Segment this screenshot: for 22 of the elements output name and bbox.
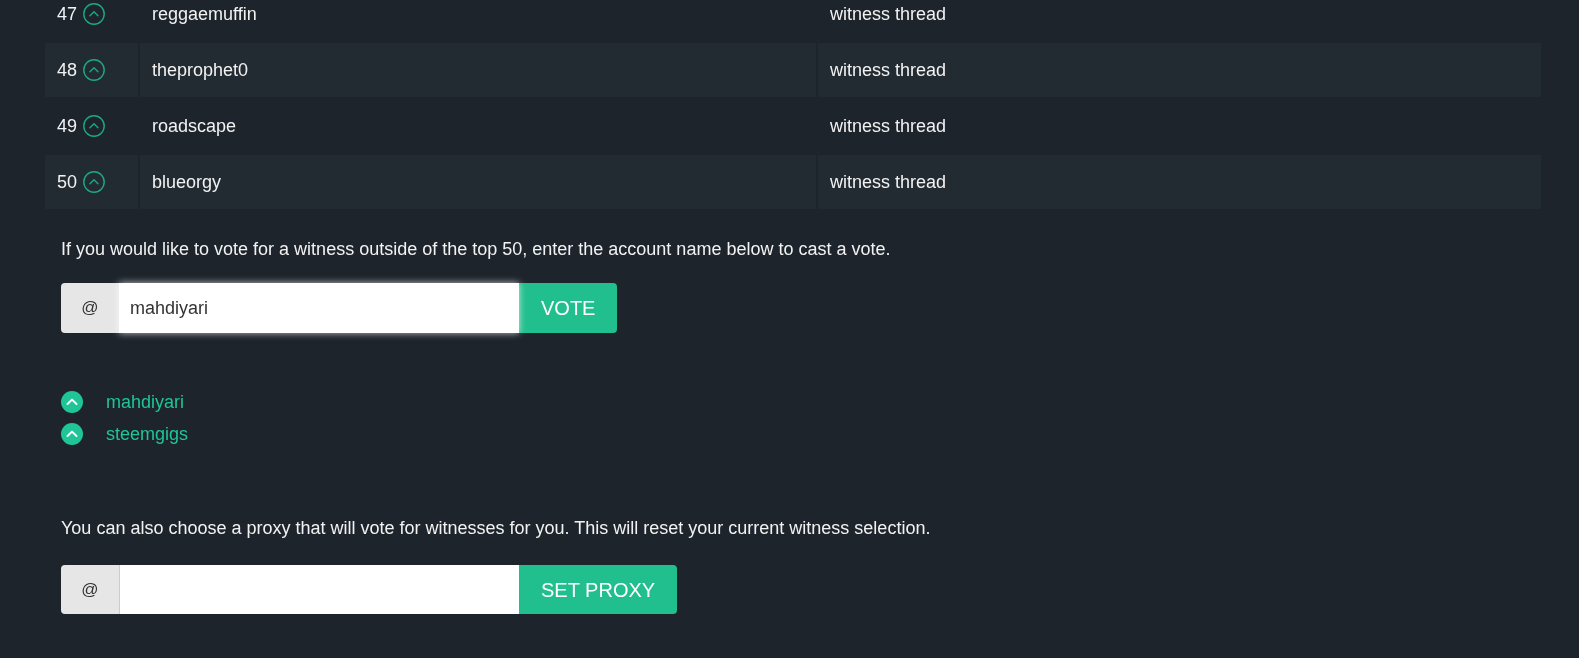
witness-name: reggaemuffin: [152, 2, 257, 26]
witness-thread-link[interactable]: witness thread: [830, 56, 947, 84]
witness-thread-link[interactable]: witness thread: [830, 112, 947, 140]
rank-number: 47: [57, 2, 78, 26]
witness-thread-link[interactable]: witness thread: [830, 0, 947, 28]
account-input[interactable]: [119, 565, 519, 614]
witness-name: roadscape: [152, 114, 237, 138]
chevron-up-circle-icon[interactable]: [61, 391, 83, 413]
instruction-text: If you would like to vote for a witness outside of the top 50, enter the account name below to cast a vote.: [61, 238, 891, 261]
witness-thread-link[interactable]: witness thread: [830, 168, 947, 196]
witness-link[interactable]: steemgigs: [106, 420, 189, 448]
input-prefix: @: [61, 565, 119, 614]
rank-number: 50: [57, 170, 78, 194]
rank-number: 49: [57, 114, 78, 138]
chevron-up-circle-icon[interactable]: [61, 423, 83, 445]
witness-name: theprophet0: [152, 58, 249, 82]
witness-link[interactable]: mahdiyari: [106, 388, 185, 416]
instruction-text: You can also choose a proxy that will vote for witnesses for you. This will reset your current witness selection.: [61, 517, 931, 540]
input-prefix: @: [61, 283, 119, 333]
rank-number: 48: [57, 58, 78, 82]
account-input[interactable]: mahdiyari: [119, 283, 519, 333]
witness-name: blueorgy: [152, 170, 222, 194]
